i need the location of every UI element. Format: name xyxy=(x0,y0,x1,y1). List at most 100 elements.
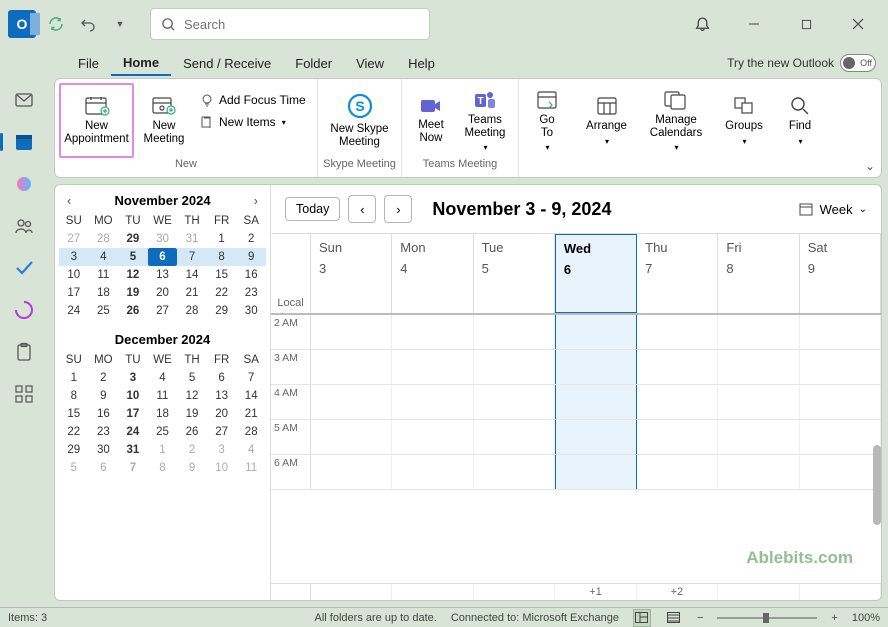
rail-mail-icon[interactable] xyxy=(12,88,36,112)
datepicker-day[interactable]: 28 xyxy=(177,302,207,320)
next-month-button[interactable]: › xyxy=(254,193,258,208)
datepicker-day[interactable]: 23 xyxy=(89,423,119,441)
datepicker-day[interactable]: 25 xyxy=(89,302,119,320)
time-cell[interactable] xyxy=(392,385,473,419)
undo-icon[interactable] xyxy=(76,12,100,36)
datepicker-day[interactable]: 24 xyxy=(118,423,148,441)
reading-view-icon[interactable] xyxy=(665,609,683,627)
time-cell[interactable] xyxy=(392,350,473,384)
time-cell[interactable] xyxy=(474,420,555,454)
datepicker-day[interactable]: 22 xyxy=(207,284,237,302)
datepicker-day[interactable]: 3 xyxy=(118,369,148,387)
datepicker-day[interactable]: 18 xyxy=(148,405,178,423)
menu-view[interactable]: View xyxy=(344,52,396,75)
datepicker-day[interactable]: 26 xyxy=(118,302,148,320)
datepicker-day[interactable]: 5 xyxy=(118,248,148,266)
time-cell[interactable] xyxy=(718,455,799,489)
next-week-button[interactable]: › xyxy=(384,195,412,223)
menu-file[interactable]: File xyxy=(66,52,111,75)
prev-month-button[interactable]: ‹ xyxy=(67,193,71,208)
datepicker-day[interactable]: 11 xyxy=(89,266,119,284)
groups-button[interactable]: Groups▾ xyxy=(718,83,770,158)
datepicker-day[interactable]: 4 xyxy=(236,441,266,459)
new-appointment-button[interactable]: New Appointment xyxy=(59,83,134,158)
time-cell[interactable] xyxy=(637,315,718,349)
datepicker-day[interactable]: 1 xyxy=(59,369,89,387)
time-cell[interactable] xyxy=(311,315,392,349)
datepicker-day[interactable]: 7 xyxy=(177,248,207,266)
time-cell[interactable] xyxy=(637,420,718,454)
normal-view-icon[interactable] xyxy=(633,609,651,627)
datepicker-day[interactable]: 20 xyxy=(148,284,178,302)
add-focus-time-button[interactable]: Add Focus Time xyxy=(196,89,311,111)
datepicker-day[interactable]: 3 xyxy=(207,441,237,459)
day-header[interactable]: Fri8 xyxy=(718,234,799,313)
search-input[interactable] xyxy=(184,17,419,32)
time-cell[interactable] xyxy=(800,350,881,384)
go-to-button[interactable]: Go To▾ xyxy=(523,83,571,158)
time-cell[interactable] xyxy=(555,385,637,419)
timezone-offset[interactable] xyxy=(718,584,799,600)
datepicker-day[interactable]: 27 xyxy=(59,230,89,248)
datepicker-day[interactable]: 12 xyxy=(118,266,148,284)
time-cell[interactable] xyxy=(474,350,555,384)
time-cell[interactable] xyxy=(392,455,473,489)
datepicker-day[interactable]: 22 xyxy=(59,423,89,441)
datepicker-day[interactable]: 14 xyxy=(177,266,207,284)
zoom-in-button[interactable]: + xyxy=(831,612,837,624)
time-cell[interactable] xyxy=(637,385,718,419)
qat-customize-dropdown[interactable]: ▼ xyxy=(108,12,132,36)
find-button[interactable]: Find▾ xyxy=(778,83,822,158)
datepicker-day[interactable]: 19 xyxy=(177,405,207,423)
time-cell[interactable] xyxy=(392,420,473,454)
sync-icon[interactable] xyxy=(44,12,68,36)
datepicker-day[interactable]: 9 xyxy=(89,387,119,405)
datepicker-day[interactable]: 8 xyxy=(207,248,237,266)
new-meeting-button[interactable]: New Meeting xyxy=(134,83,194,158)
datepicker-day[interactable]: 13 xyxy=(207,387,237,405)
menu-folder[interactable]: Folder xyxy=(283,52,344,75)
datepicker-day[interactable]: 8 xyxy=(148,459,178,477)
day-header[interactable]: Thu7 xyxy=(637,234,718,313)
datepicker-day[interactable]: 28 xyxy=(89,230,119,248)
rail-loop-icon[interactable] xyxy=(12,298,36,322)
scrollbar-thumb[interactable] xyxy=(873,445,881,525)
datepicker-day[interactable]: 31 xyxy=(118,441,148,459)
time-cell[interactable] xyxy=(800,420,881,454)
datepicker-day[interactable]: 30 xyxy=(148,230,178,248)
time-cell[interactable] xyxy=(555,420,637,454)
time-cell[interactable] xyxy=(311,420,392,454)
time-cell[interactable] xyxy=(311,455,392,489)
datepicker-day[interactable]: 12 xyxy=(177,387,207,405)
teams-meeting-button[interactable]: T Teams Meeting▾ xyxy=(456,83,514,158)
datepicker-day[interactable]: 4 xyxy=(148,369,178,387)
time-cell[interactable] xyxy=(800,455,881,489)
menu-send-receive[interactable]: Send / Receive xyxy=(171,52,283,75)
time-cell[interactable] xyxy=(718,315,799,349)
time-cell[interactable] xyxy=(800,385,881,419)
datepicker-day[interactable]: 1 xyxy=(148,441,178,459)
time-cell[interactable] xyxy=(311,385,392,419)
datepicker-day[interactable]: 19 xyxy=(118,284,148,302)
rail-copilot-icon[interactable] xyxy=(12,172,36,196)
day-header[interactable]: Wed6 xyxy=(555,234,637,313)
datepicker-day[interactable]: 28 xyxy=(236,423,266,441)
datepicker-day[interactable]: 30 xyxy=(236,302,266,320)
datepicker-day[interactable]: 2 xyxy=(89,369,119,387)
rail-apps-icon[interactable] xyxy=(12,382,36,406)
minimize-button[interactable] xyxy=(732,8,776,40)
datepicker-day[interactable]: 2 xyxy=(236,230,266,248)
datepicker-day[interactable]: 5 xyxy=(177,369,207,387)
datepicker-day[interactable]: 15 xyxy=(59,405,89,423)
datepicker-day[interactable]: 21 xyxy=(177,284,207,302)
meet-now-button[interactable]: Meet Now xyxy=(406,83,456,158)
day-header[interactable]: Sat9 xyxy=(800,234,881,313)
time-cell[interactable] xyxy=(800,315,881,349)
datepicker-day[interactable]: 2 xyxy=(177,441,207,459)
menu-help[interactable]: Help xyxy=(396,52,447,75)
datepicker-day[interactable]: 1 xyxy=(207,230,237,248)
datepicker-day[interactable]: 3 xyxy=(59,248,89,266)
datepicker-day[interactable]: 9 xyxy=(236,248,266,266)
datepicker-day[interactable]: 27 xyxy=(207,423,237,441)
time-cell[interactable] xyxy=(718,420,799,454)
